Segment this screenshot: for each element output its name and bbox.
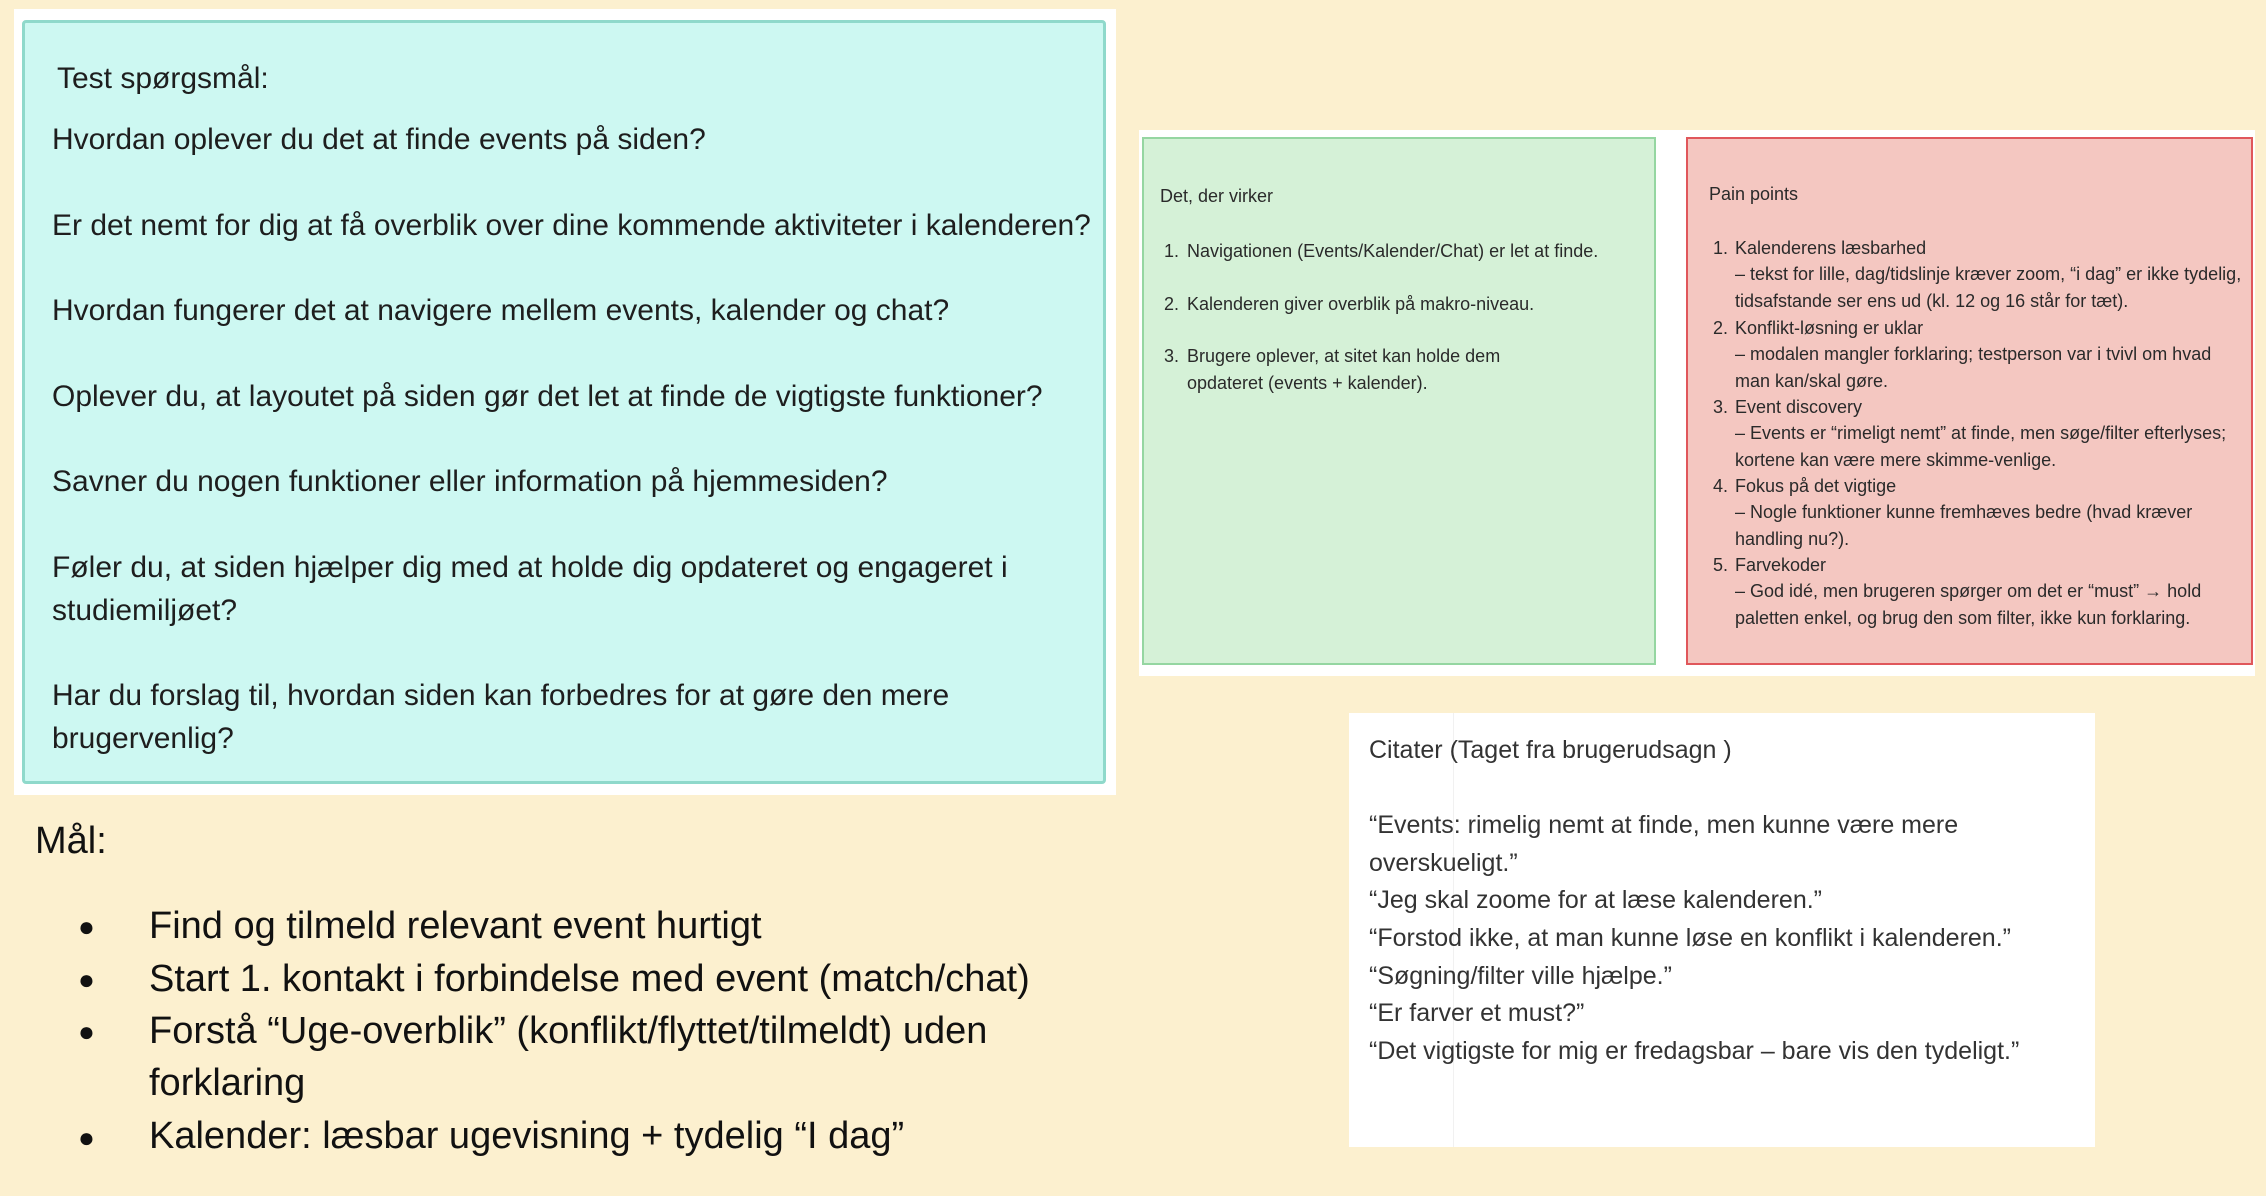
- list-number: 1.: [1164, 241, 1180, 261]
- bullet-icon: ●: [78, 1122, 95, 1153]
- list-number: 2.: [1713, 318, 1729, 338]
- quote: “Forstod ikke, at man kunne løse en konf…: [1369, 924, 2011, 952]
- bullet-icon: ●: [78, 964, 95, 995]
- test-question: Hvordan fungerer det at navigere mellem …: [52, 294, 950, 327]
- goals-title: Mål:: [35, 820, 107, 862]
- quote: “Søgning/filter ville hjælpe.”: [1369, 962, 1672, 990]
- pain-point-detail: – Events er “rimeligt nemt” at finde, me…: [1735, 423, 2227, 470]
- list-number: 4.: [1713, 476, 1729, 496]
- test-question: Savner du nogen funktioner eller informa…: [52, 465, 888, 498]
- works-item: Navigationen (Events/Kalender/Chat) er l…: [1187, 241, 1599, 261]
- quote: “Er farver et must?”: [1369, 999, 1585, 1027]
- works-card: [1142, 137, 1656, 665]
- quote: “Det vigtigste for mig er fredagsbar – b…: [1369, 1037, 2020, 1065]
- list-number: 3.: [1713, 397, 1729, 417]
- test-question: Har du forslag til, hvordan siden kan fo…: [52, 679, 950, 755]
- pain-point-heading: Farvekoder: [1735, 555, 1827, 575]
- pain-point-heading: Konflikt-løsning er uklar: [1735, 318, 1924, 338]
- pain-point-detail: – modalen mangler forklaring; testperson…: [1735, 344, 2212, 391]
- bullet-icon: ●: [78, 911, 95, 942]
- pain-points-title: Pain points: [1709, 184, 1799, 204]
- pain-point-heading: Kalenderens læsbarhed: [1735, 238, 1927, 258]
- test-question: Hvordan oplever du det at finde events p…: [52, 123, 706, 156]
- works-item: Brugere oplever, at sitet kan holde dem …: [1187, 346, 1501, 393]
- list-number: 5.: [1713, 555, 1729, 575]
- test-questions-title: Test spørgsmål:: [57, 62, 269, 95]
- test-question: Føler du, at siden hjælper dig med at ho…: [52, 551, 1008, 627]
- works-title: Det, der virker: [1160, 186, 1274, 206]
- goal-item: Kalender: læsbar ugevisning + tydelig “I…: [149, 1115, 905, 1157]
- goal-item: Find og tilmeld relevant event hurtigt: [149, 905, 762, 947]
- test-question: Er det nemt for dig at få overblik over …: [52, 209, 1091, 242]
- pain-point-detail: – tekst for lille, dag/tidslinje kræver …: [1735, 264, 2242, 311]
- goal-item: Forstå “Uge-overblik” (konflikt/flyttet/…: [149, 1010, 988, 1104]
- quote: “Jeg skal zoome for at læse kalenderen.”: [1369, 886, 1822, 914]
- pain-point-detail: – Nogle funktioner kunne fremhæves bedre…: [1735, 502, 2193, 549]
- pain-point-heading: Event discovery: [1735, 397, 1863, 417]
- list-number: 3.: [1164, 346, 1180, 366]
- pain-point-detail: – God idé, men brugeren spørger om det e…: [1735, 581, 2202, 628]
- works-item: Kalenderen giver overblik på makro-nivea…: [1187, 294, 1535, 314]
- goal-item: Start 1. kontakt i forbindelse med event…: [149, 958, 1030, 1000]
- list-number: 1.: [1713, 238, 1729, 258]
- list-number: 2.: [1164, 294, 1180, 314]
- quotes-title: Citater (Taget fra brugerudsagn ): [1369, 736, 1732, 764]
- bullet-icon: ●: [78, 1016, 95, 1047]
- test-question: Oplever du, at layoutet på siden gør det…: [52, 380, 1043, 413]
- quote: “Events: rimelig nemt at finde, men kunn…: [1369, 811, 1959, 877]
- pain-point-heading: Fokus på det vigtige: [1735, 476, 1897, 496]
